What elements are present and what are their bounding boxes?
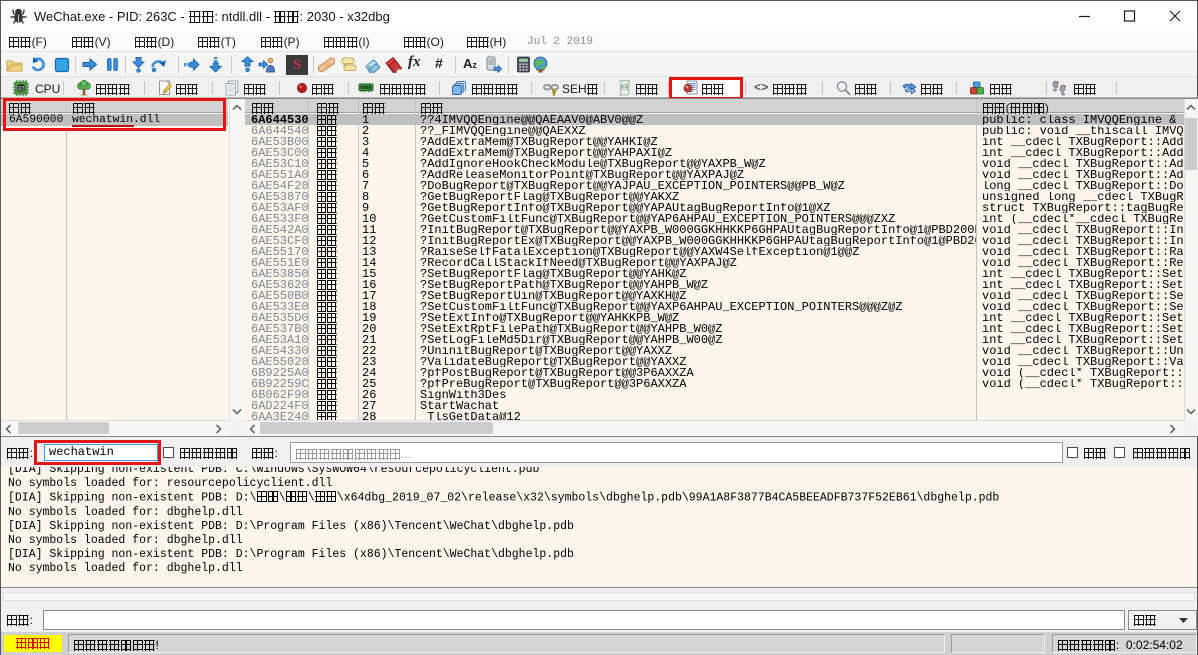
svg-text:!: ! xyxy=(553,90,555,96)
svg-text:<>: <> xyxy=(621,84,628,91)
svg-text:32: 32 xyxy=(18,86,25,92)
